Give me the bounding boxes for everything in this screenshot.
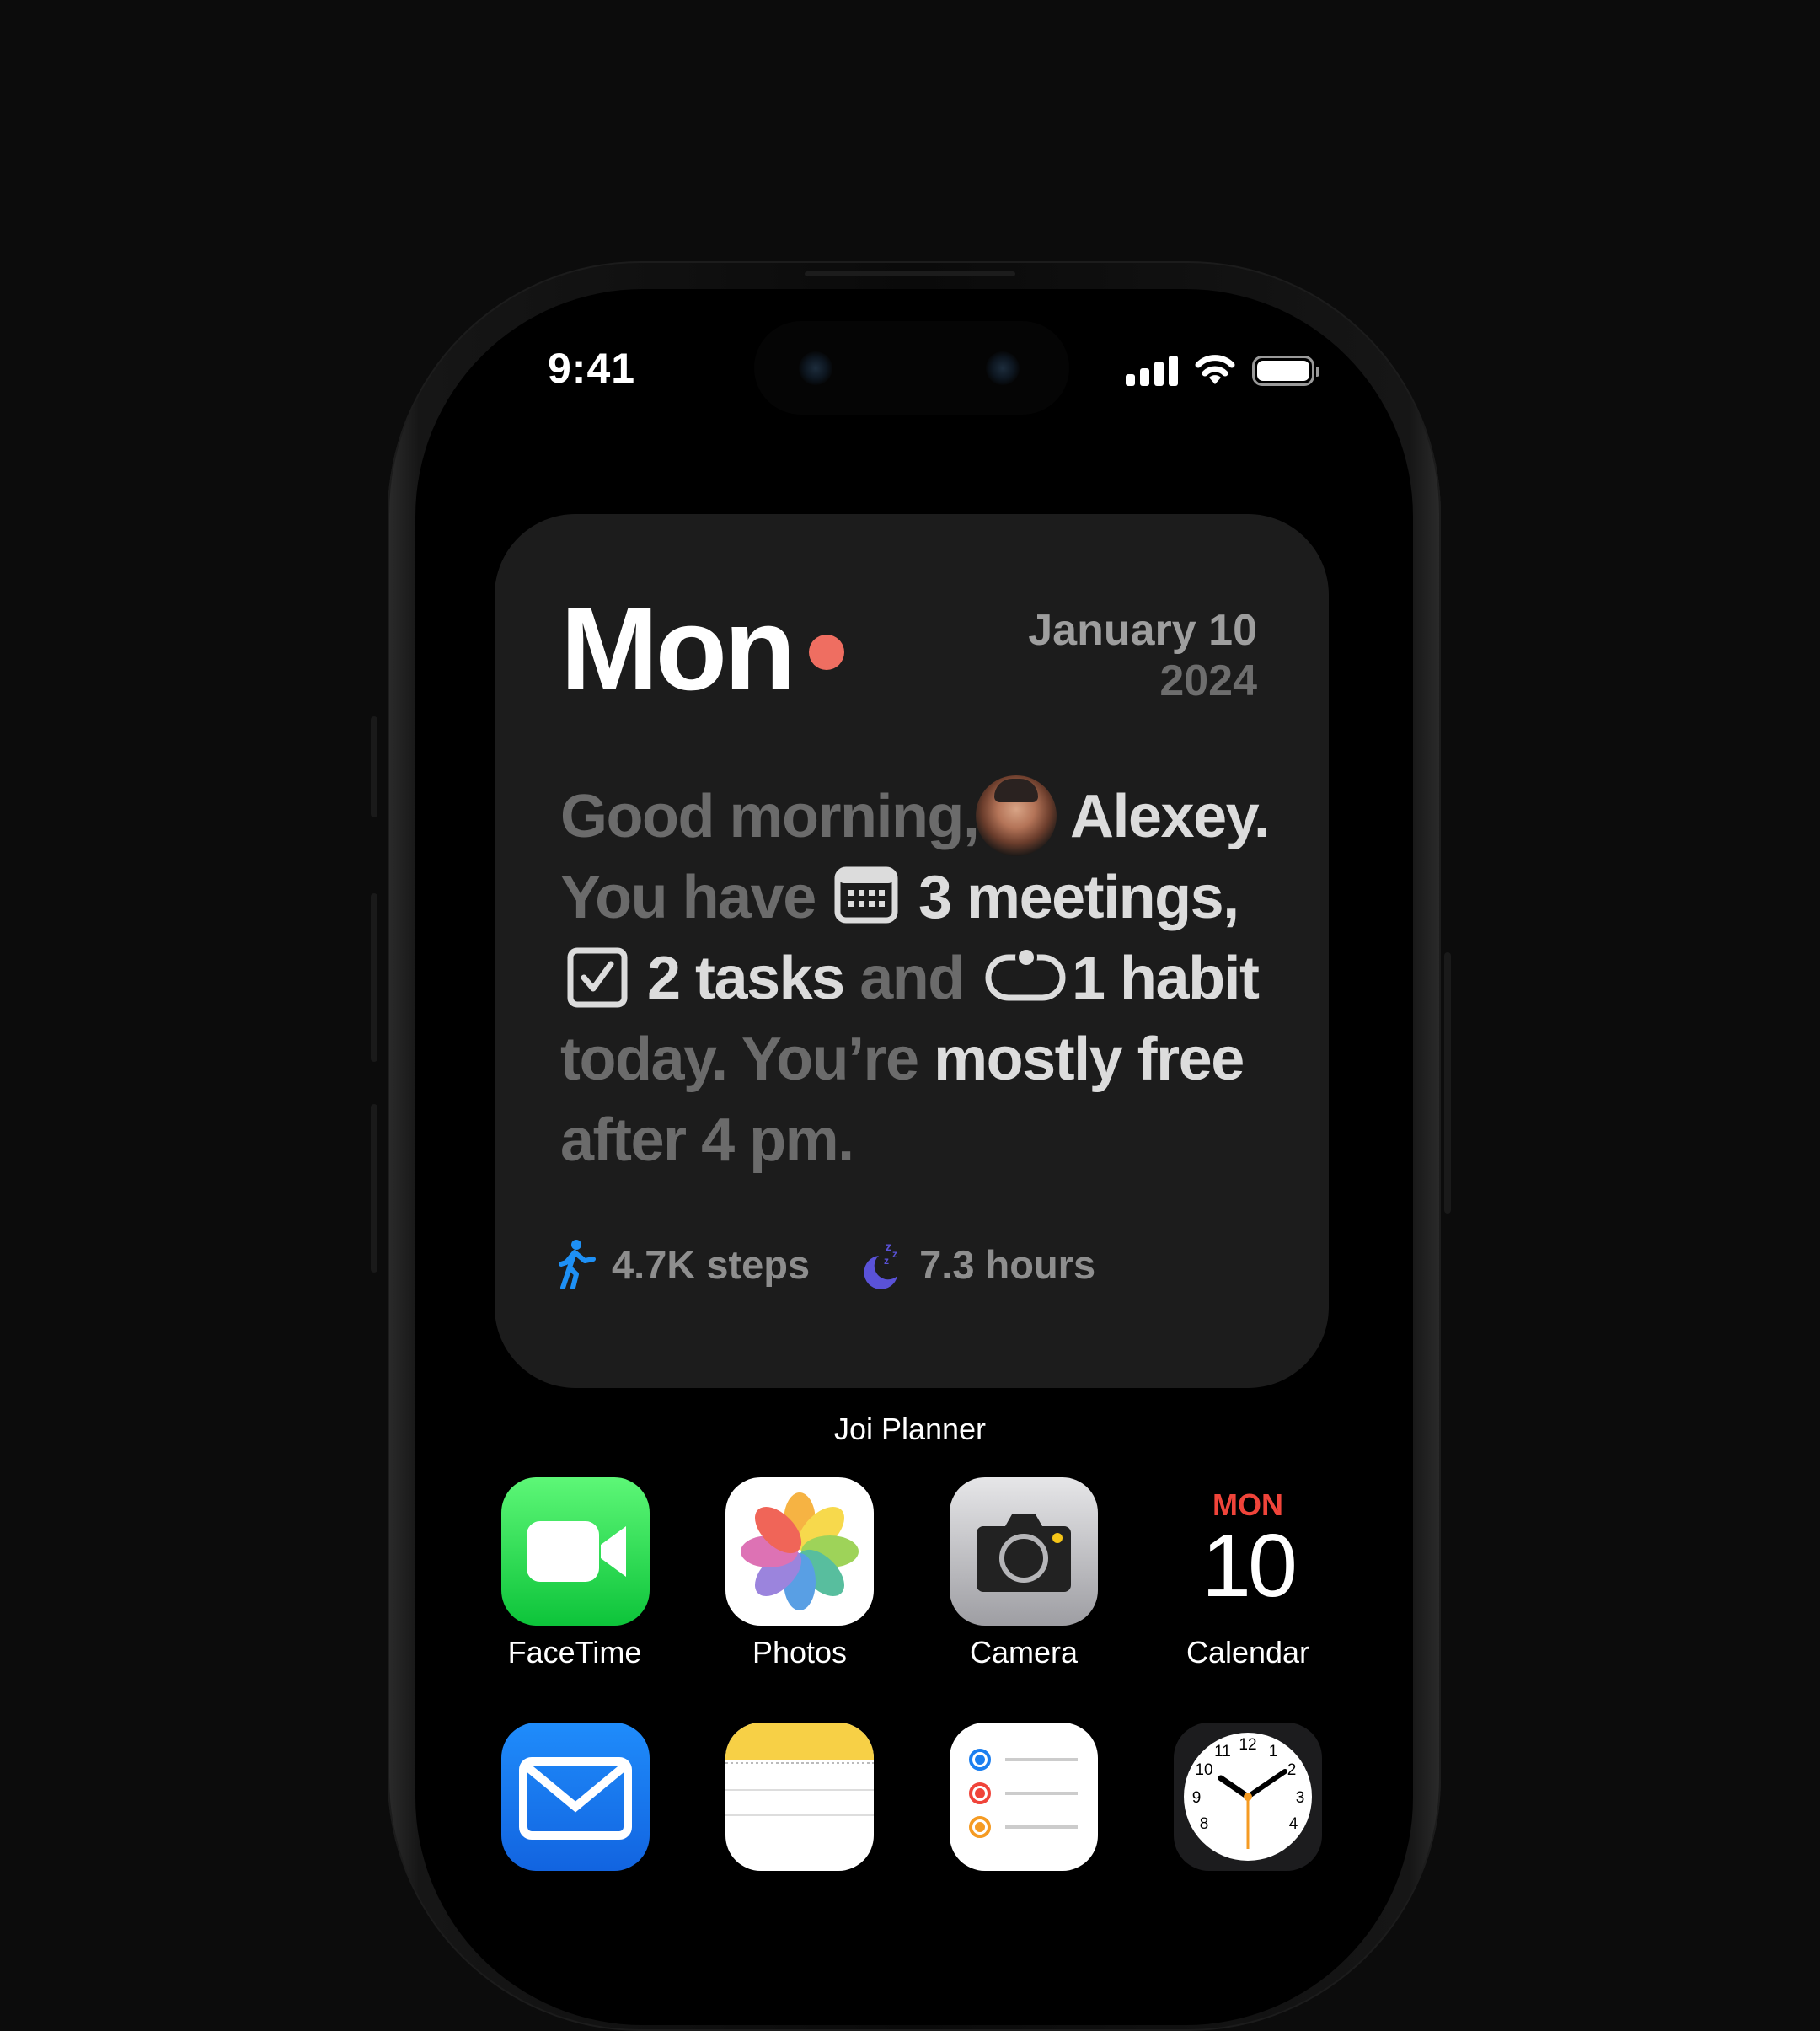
habit-count: 1 habit (1072, 945, 1260, 1012)
clock-number: 3 (1296, 1789, 1305, 1807)
svg-text:z: z (892, 1248, 897, 1260)
meetings-count: 3 meetings, (918, 864, 1239, 931)
free-time-line: today. You’re mostly free (560, 1026, 1245, 1093)
reminders-icon (969, 1749, 1078, 1838)
status-time: 9:41 (548, 345, 636, 392)
reminders-app[interactable] (950, 1723, 1098, 1871)
greeting-line: Good morning, (560, 783, 980, 850)
wifi-icon (1195, 355, 1235, 384)
tasks-line: 2 tasks and (647, 945, 965, 1012)
earpiece-speaker (805, 271, 1015, 276)
app-label-calendar: Calendar (1186, 1635, 1310, 1669)
action-button[interactable] (371, 716, 377, 817)
notes-app[interactable] (725, 1723, 874, 1871)
clock-number: 10 (1195, 1761, 1212, 1779)
face-id-sensor-icon (799, 351, 832, 385)
camera-app[interactable] (950, 1477, 1098, 1626)
sleep-moon-icon: z z z (864, 1240, 898, 1289)
clock-number: 12 (1239, 1736, 1256, 1754)
calendar-app[interactable]: MON 10 (1174, 1477, 1322, 1626)
calendar-day: 10 (1202, 1516, 1298, 1616)
clock-number: 1 (1269, 1743, 1278, 1760)
user-name: Alexey. (1070, 783, 1271, 850)
app-label-facetime: FaceTime (507, 1635, 642, 1669)
widget-date: January 10 (1028, 606, 1257, 655)
clock-icon: 12 1 2 3 4 8 9 10 11 (1184, 1733, 1312, 1861)
clock-number: 4 (1289, 1815, 1298, 1833)
meetings-line: You have (560, 867, 816, 928)
status-icons (1126, 352, 1320, 386)
front-camera-icon (986, 351, 1020, 385)
app-label-camera: Camera (969, 1635, 1079, 1669)
widget-day: Mon (560, 582, 796, 715)
mail-icon (519, 1757, 632, 1840)
calendar-grid-icon (834, 866, 898, 924)
volume-down-button[interactable] (371, 1104, 377, 1273)
facetime-icon (527, 1521, 626, 1582)
mail-app[interactable] (501, 1723, 650, 1871)
svg-text:z: z (886, 1240, 891, 1253)
clock-app[interactable]: 12 1 2 3 4 8 9 10 11 (1174, 1723, 1322, 1871)
clock-number: 11 (1214, 1743, 1231, 1760)
facetime-app[interactable] (501, 1477, 650, 1626)
dynamic-island (754, 321, 1069, 415)
stats-row: 4.7K steps z z z 7.3 hours (558, 1239, 1095, 1289)
habit-loop-icon (985, 946, 1066, 1001)
greeting-text: Good morning, (560, 783, 980, 850)
status-dot-icon (809, 635, 844, 670)
clock-number: 9 (1192, 1789, 1202, 1807)
clock-number: 2 (1287, 1761, 1297, 1779)
checkbox-icon (567, 947, 628, 1008)
camera-icon (977, 1514, 1071, 1592)
volume-up-button[interactable] (371, 893, 377, 1062)
cellular-signal-icon (1126, 354, 1178, 386)
today-text: today. You’re (560, 1026, 919, 1093)
notes-icon (725, 1723, 874, 1816)
sleep-value: 7.3 hours (919, 1241, 1096, 1287)
walking-figure-icon (559, 1240, 596, 1289)
mostly-free-text: mostly free (934, 1026, 1245, 1093)
avatar (976, 775, 1057, 856)
widget-label: Joi Planner (833, 1412, 987, 1446)
widget-year: 2024 (1159, 656, 1257, 705)
and-text: and (859, 945, 965, 1012)
steps-value: 4.7K steps (612, 1241, 811, 1287)
svg-text:z: z (884, 1255, 889, 1267)
you-have-text: You have (560, 864, 816, 931)
photos-icon (741, 1492, 859, 1610)
battery-icon (1252, 356, 1320, 386)
clock-number: 8 (1200, 1815, 1209, 1833)
power-button[interactable] (1444, 952, 1451, 1214)
tasks-count: 2 tasks (647, 945, 845, 1012)
app-label-photos: Photos (752, 1635, 848, 1669)
after-time-text: after 4 pm. (560, 1107, 854, 1174)
photos-app[interactable] (725, 1477, 874, 1626)
